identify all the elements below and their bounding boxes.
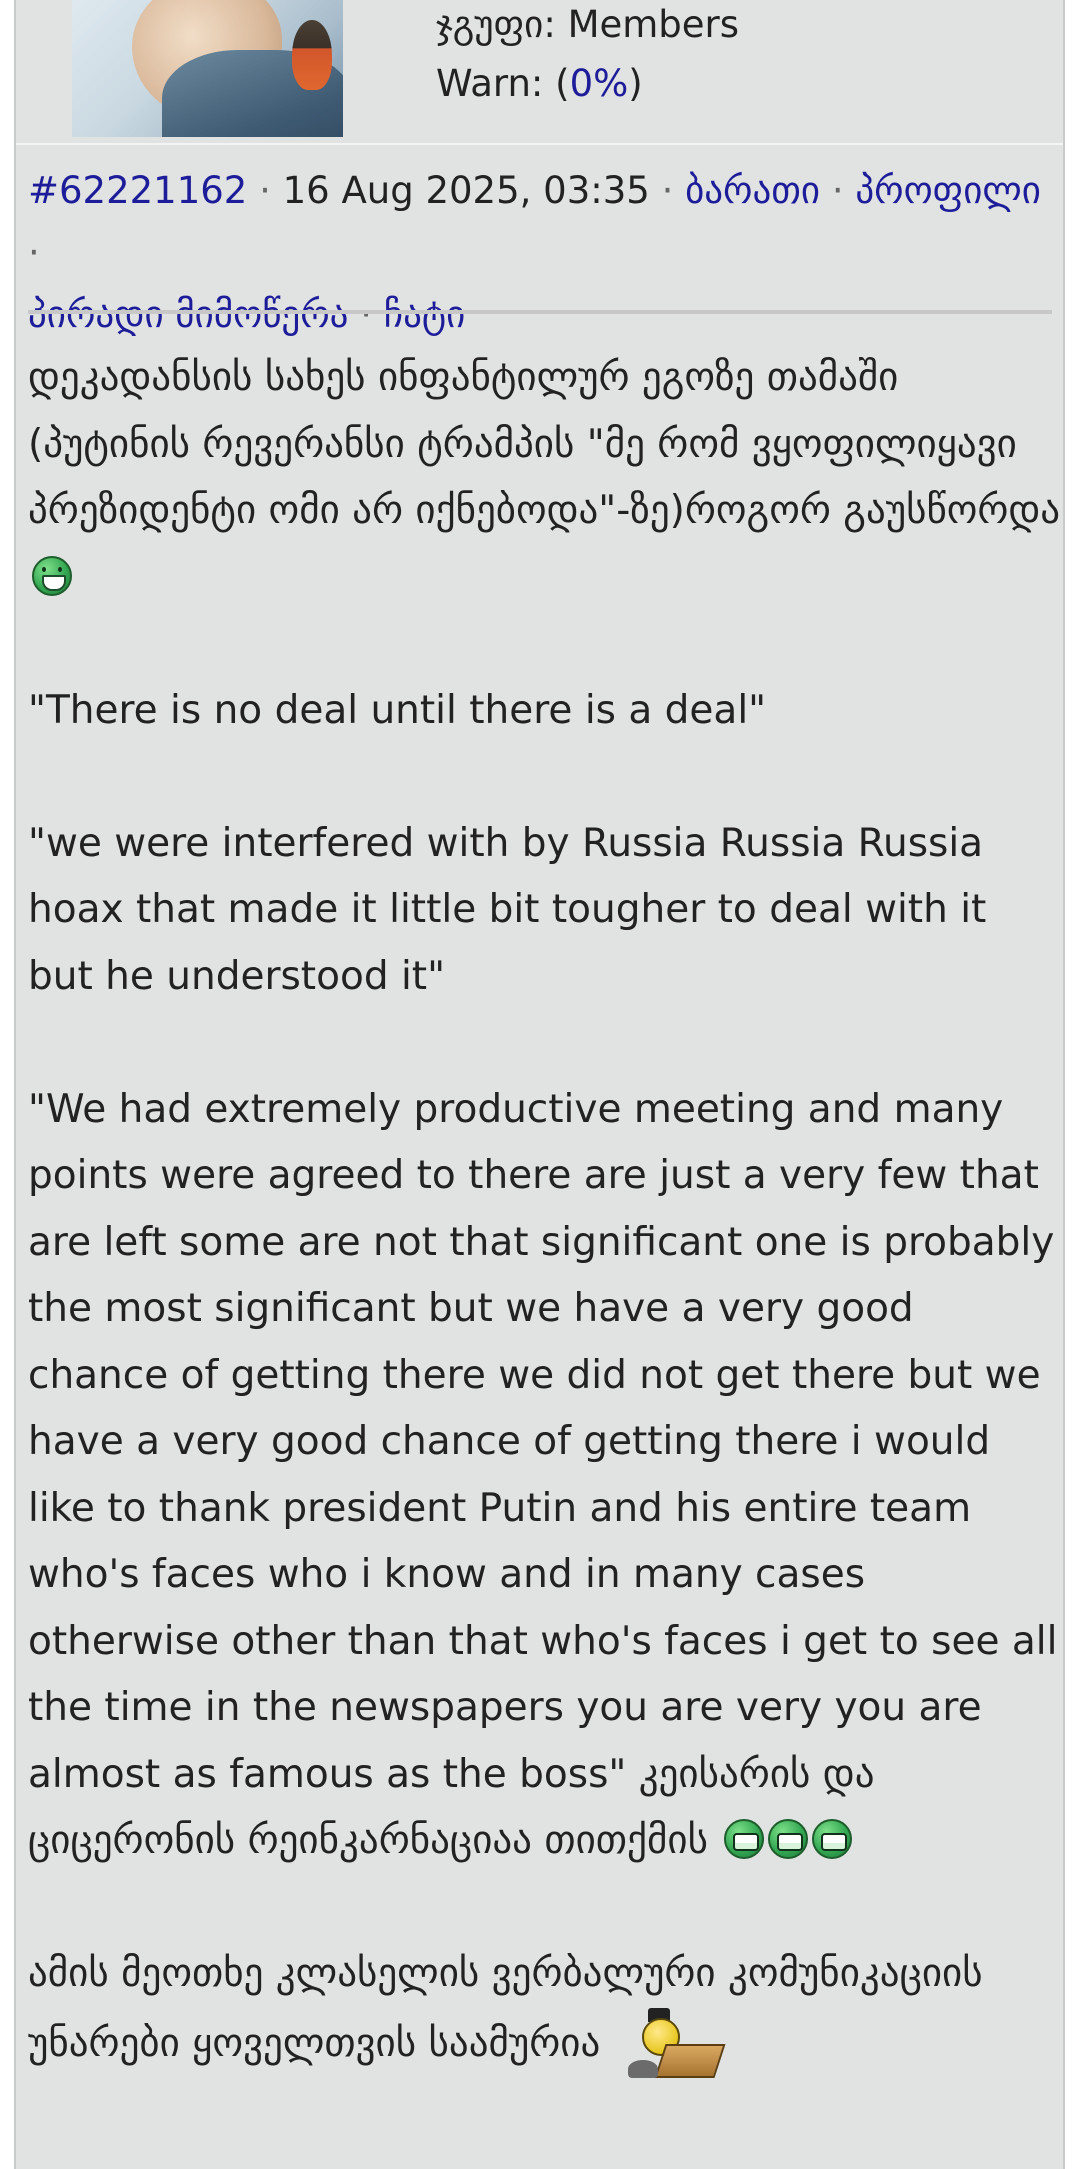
- scholar-book-shape: [654, 2043, 726, 2078]
- user-warn-line: Warn: (0%): [436, 59, 643, 109]
- paragraph-text: "we were interfered with by Russia Russi…: [28, 820, 987, 999]
- paragraph-text: "There is no deal until there is a deal": [28, 687, 767, 733]
- header-separator: ·: [259, 169, 271, 212]
- avatar-bird-shape: [292, 20, 332, 90]
- user-card-link[interactable]: ბარათი: [685, 169, 820, 212]
- header-separator: ·: [661, 169, 674, 212]
- user-warn-value[interactable]: 0%: [570, 62, 629, 105]
- post-body: დეკადანსის სახეს ინფანტილურ ეგოზე თამაში…: [28, 345, 1063, 2080]
- post-paragraph: დეკადანსის სახეს ინფანტილურ ეგოზე თამაში…: [28, 345, 1063, 611]
- post-container: ჯგუფი: Members Warn: (0%) #62221162 · 16…: [14, 0, 1065, 2169]
- header-separator: ·: [831, 169, 844, 212]
- user-group-label: ჯგუფი: [436, 3, 544, 46]
- user-warn-label: Warn:: [436, 62, 544, 105]
- laugh-smiley-icon: [768, 1819, 809, 1859]
- header-separator: ·: [360, 293, 372, 336]
- laugh-smiley-icon: [724, 1819, 765, 1859]
- post-header: #62221162 · 16 Aug 2025, 03:35 · ბარათი …: [28, 160, 1058, 346]
- private-message-link[interactable]: პირადი მიმოწერა: [28, 293, 348, 336]
- scholar-smiley-icon: [620, 2007, 726, 2080]
- user-info-panel: ჯგუფი: Members Warn: (0%): [16, 0, 1063, 145]
- post-id-link[interactable]: #62221162: [28, 169, 247, 212]
- laugh-smiley-icon: [812, 1819, 853, 1859]
- grin-smiley-icon: [32, 555, 72, 596]
- post-paragraph: ამის მეოთხე კლასელის ვერბალური კომუნიკაც…: [28, 1941, 1063, 2080]
- post-date: 16 Aug 2025, 03:35: [282, 169, 650, 212]
- chat-link[interactable]: ჩატი: [384, 293, 465, 336]
- warn-close-paren: ): [628, 62, 643, 105]
- user-group-value: Members: [567, 3, 740, 46]
- post-paragraph: "We had extremely productive meeting and…: [28, 1077, 1063, 1875]
- post-paragraph: "we were interfered with by Russia Russi…: [28, 811, 1063, 1011]
- post-paragraph: "There is no deal until there is a deal": [28, 678, 1063, 745]
- warn-open-paren: (: [555, 62, 570, 105]
- profile-link[interactable]: პროფილი: [855, 169, 1041, 212]
- post-divider: [28, 310, 1052, 314]
- user-avatar[interactable]: [72, 0, 343, 137]
- paragraph-text: "We had extremely productive meeting and…: [28, 1086, 1058, 1864]
- header-separator: ·: [28, 231, 40, 274]
- user-group-line: ჯგუფი: Members: [436, 3, 740, 46]
- scholar-stand-shape: [628, 2059, 659, 2078]
- paragraph-text: დეკადანსის სახეს ინფანტილურ ეგოზე თამაში…: [28, 355, 1061, 533]
- paragraph-text: ამის მეოთხე კლასელის ვერბალური კომუნიკაც…: [28, 1951, 983, 2066]
